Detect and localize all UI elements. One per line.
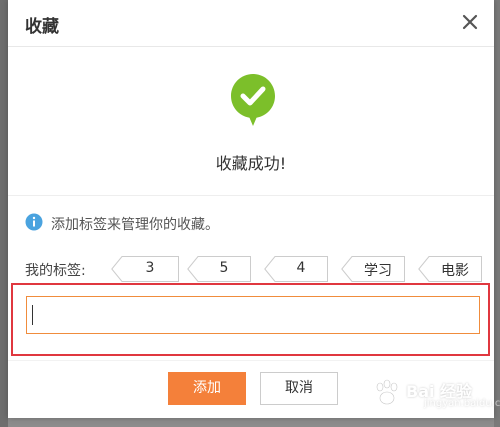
tag-item[interactable]: 3 — [111, 256, 179, 282]
tag-item[interactable]: 电影 — [418, 256, 482, 282]
tag-label: 5 — [219, 260, 229, 276]
tag-label: 学习 — [364, 263, 392, 279]
hint-text: 添加标签来管理你的收藏。 — [51, 217, 219, 233]
text-caret — [32, 305, 33, 325]
watermark-sub: jingyan.baidu.com — [424, 398, 500, 409]
dialog-header: 收藏 — [8, 0, 494, 47]
info-icon — [25, 213, 43, 231]
tags-row: 我的标签: 3 5 4 学习 电影 — [25, 256, 485, 282]
tags-label: 我的标签: — [25, 263, 86, 279]
success-message: 收藏成功! — [215, 154, 287, 173]
success-check-icon — [229, 72, 277, 130]
baidu-paw-icon — [376, 379, 398, 405]
success-panel: 收藏成功! — [8, 47, 494, 196]
tag-label: 4 — [296, 260, 306, 276]
baidu-watermark: Bai 经验 jingyan.baidu.com — [372, 376, 500, 416]
tag-label: 电影 — [441, 263, 469, 279]
tag-label: 3 — [145, 260, 155, 276]
add-button[interactable]: 添加 — [168, 372, 246, 405]
tag-item[interactable]: 5 — [187, 256, 251, 282]
page-backdrop-left — [0, 0, 8, 427]
close-icon[interactable] — [458, 10, 482, 34]
tag-item[interactable]: 学习 — [341, 256, 405, 282]
tag-input[interactable] — [26, 296, 480, 334]
tag-item[interactable]: 4 — [264, 256, 328, 282]
footer-divider — [8, 360, 494, 361]
dialog-title: 收藏 — [25, 17, 59, 37]
cancel-button[interactable]: 取消 — [260, 372, 338, 405]
page-backdrop-right — [494, 0, 500, 427]
